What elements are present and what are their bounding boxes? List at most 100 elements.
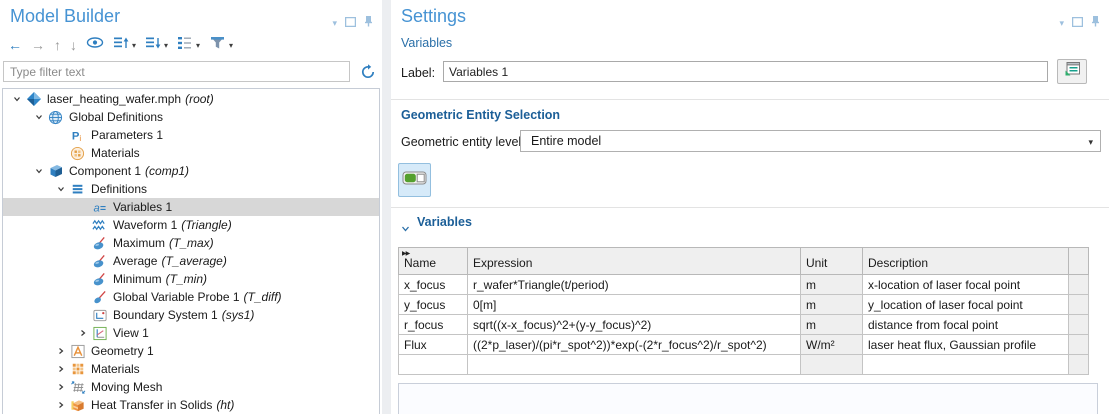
tree-item-annotation: (T_min) [166,272,207,286]
chevron-down-icon[interactable]: ▾ [229,41,233,50]
variables-icon: a= [91,199,108,215]
chevron-down-icon[interactable]: ▾ [196,41,200,50]
model-tree: laser_heating_wafer.mph (root) Global De… [2,88,380,414]
probe-icon [91,253,108,269]
component-icon [47,163,64,179]
cell-expression[interactable]: ((2*p_laser)/(pi*r_spot^2))*exp(-(2*r_fo… [468,335,801,355]
expand-all-group[interactable]: ▾ [113,35,136,56]
tree-item-maximum[interactable]: Maximum (T_max) [3,234,379,252]
chevron-down-icon[interactable] [53,185,69,193]
materials-icon [69,361,86,377]
node-properties-button[interactable] [1057,59,1087,84]
panel-menu-caret-icon[interactable]: ▾ [332,19,337,28]
cell-description[interactable]: distance from focal point [863,315,1069,335]
tree-item-label: Heat Transfer in Solids [91,398,212,412]
float-window-icon[interactable] [345,14,356,32]
cell-name[interactable]: r_focus [399,315,468,335]
heat-transfer-icon [69,397,86,413]
move-down-icon[interactable]: ↓ [70,38,77,52]
chevron-down-icon[interactable] [31,113,47,121]
tree-item-materials-global[interactable]: Materials [3,144,379,162]
tree-item-heat-transfer-in-solids[interactable]: Heat Transfer in Solids (ht) [3,396,379,414]
refresh-icon[interactable] [358,62,378,82]
cell-expression[interactable] [468,355,801,375]
cell-description[interactable] [863,355,1069,375]
geometric-entity-level-label: Geometric entity level: [401,135,525,149]
column-header-name[interactable]: ▶▶Name [399,248,468,275]
tree-item-parameters-1[interactable]: Pi Parameters 1 [3,126,379,144]
tree-item-geometry-1[interactable]: Geometry 1 [3,342,379,360]
chevron-right-icon[interactable] [53,401,69,409]
collapse-all-group[interactable]: ▾ [145,35,168,56]
table-row-empty[interactable] [399,355,1089,375]
column-header-description[interactable]: Description [863,248,1069,275]
table-row[interactable]: x_focus r_wafer*Triangle(t/period) m x-l… [399,275,1089,295]
cell-description[interactable]: laser heat flux, Gaussian profile [863,335,1069,355]
divider [391,99,1109,100]
tree-item-boundary-system-1[interactable]: Boundary System 1 (sys1) [3,306,379,324]
tree-item-root[interactable]: laser_heating_wafer.mph (root) [3,90,379,108]
tree-item-waveform-1[interactable]: Waveform 1 (Triangle) [3,216,379,234]
tree-item-definitions[interactable]: Definitions [3,180,379,198]
geometric-entity-level-select[interactable]: Entire model ▾ [520,130,1101,152]
variables-section-header[interactable]: Variables [417,215,472,229]
expand-all-icon[interactable] [113,35,129,56]
node-text-group[interactable]: ▾ [177,35,200,56]
show-icon[interactable] [86,36,104,54]
cell-description[interactable]: y_location of laser focal point [863,295,1069,315]
table-row[interactable]: r_focus sqrt((x-x_focus)^2+(y-y_focus)^2… [399,315,1089,335]
cell-expression[interactable]: 0[m] [468,295,801,315]
column-header-unit[interactable]: Unit [801,248,863,275]
tree-item-average[interactable]: Average (T_average) [3,252,379,270]
move-up-icon[interactable]: ↑ [54,38,61,52]
tree-item-variables-1[interactable]: a= Variables 1 [3,198,379,216]
forward-icon[interactable]: → [31,38,45,52]
probe-icon [91,235,108,251]
global-probe-icon [91,289,108,305]
chevron-right-icon[interactable] [53,347,69,355]
tree-filter-input[interactable] [3,61,350,82]
cell-name[interactable]: Flux [399,335,468,355]
chevron-down-icon[interactable] [9,95,25,103]
active-selection-toggle-button[interactable] [398,163,431,197]
float-window-icon[interactable] [1072,14,1083,32]
tree-item-materials-component[interactable]: Materials [3,360,379,378]
tree-item-global-variable-probe-1[interactable]: Global Variable Probe 1 (T_diff) [3,288,379,306]
tree-item-component-1[interactable]: Component 1 (comp1) [3,162,379,180]
pin-icon[interactable] [1091,14,1100,32]
panel-menu-caret-icon[interactable]: ▾ [1059,19,1064,28]
chevron-down-icon[interactable]: ▾ [164,41,168,50]
collapse-all-icon[interactable] [145,35,161,56]
table-row[interactable]: Flux ((2*p_laser)/(pi*r_spot^2))*exp(-(2… [399,335,1089,355]
chevron-down-icon[interactable]: ▾ [132,41,136,50]
tree-item-view-1[interactable]: View 1 [3,324,379,342]
table-row[interactable]: y_focus 0[m] m y_location of laser focal… [399,295,1089,315]
tree-item-annotation: (root) [185,92,214,106]
tree-item-global-definitions[interactable]: Global Definitions [3,108,379,126]
cell-name[interactable]: y_focus [399,295,468,315]
cell-description[interactable]: x-location of laser focal point [863,275,1069,295]
chevron-down-icon: ▾ [1088,138,1093,147]
section-chevron-down-icon[interactable] [401,220,410,238]
filter-group[interactable]: ▾ [209,35,233,55]
pin-icon[interactable] [364,14,373,32]
model-tree-node-text-icon[interactable] [177,35,193,56]
tree-item-annotation: (Triangle) [181,218,231,232]
chevron-right-icon[interactable] [53,383,69,391]
back-icon[interactable]: ← [8,38,22,52]
chevron-right-icon[interactable] [53,365,69,373]
materials-icon [69,145,86,161]
tree-item-minimum[interactable]: Minimum (T_min) [3,270,379,288]
tree-item-moving-mesh[interactable]: Moving Mesh [3,378,379,396]
tree-item-annotation: (ht) [216,398,234,412]
cell-expression[interactable]: sqrt((x-x_focus)^2+(y-y_focus)^2) [468,315,801,335]
chevron-down-icon[interactable] [31,167,47,175]
cell-expression[interactable]: r_wafer*Triangle(t/period) [468,275,801,295]
cell-name[interactable] [399,355,468,375]
filter-icon[interactable] [209,35,226,55]
label-input[interactable] [443,61,1048,82]
tree-item-label: Waveform 1 [113,218,177,232]
column-header-expression[interactable]: Expression [468,248,801,275]
cell-name[interactable]: x_focus [399,275,468,295]
chevron-right-icon[interactable] [75,329,91,337]
